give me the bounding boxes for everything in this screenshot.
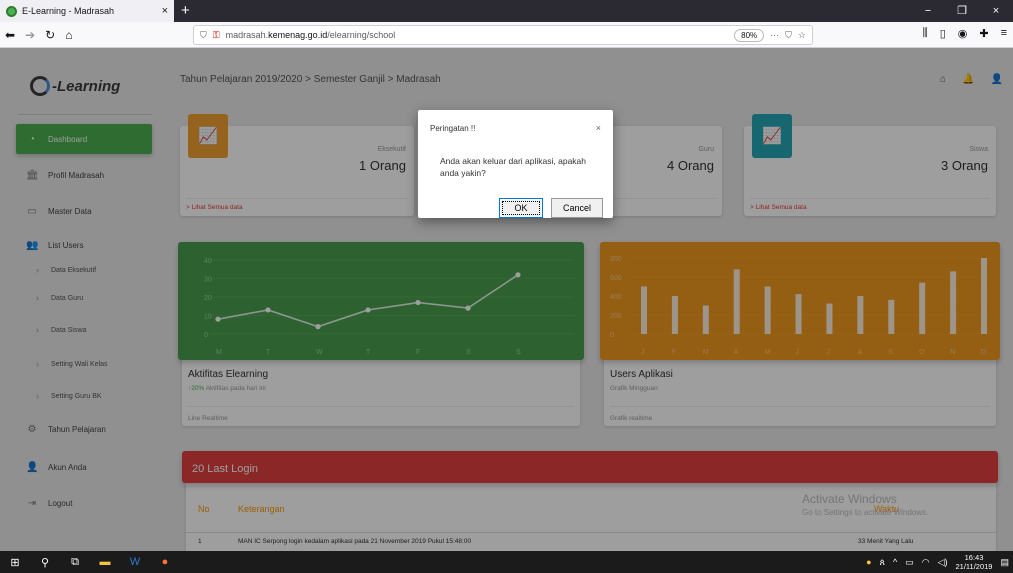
battery-icon[interactable]: ▭ — [905, 557, 914, 568]
extension-icon[interactable]: ✚ — [979, 27, 988, 40]
browser-tab-strip: E-Learning - Madrasah × + − ❐ × — [0, 0, 1013, 22]
address-bar[interactable]: ⛉ ⚿ madrasah.kemenag.go.id/elearning/sch… — [193, 25, 813, 45]
system-tray: ● ጰ ^ ▭ ◠ ◁) 16:43 21/11/2019 ▤ — [866, 551, 1009, 573]
browser-toolbar: ⬅ ➔ ↻ ⌂ ⛉ ⚿ madrasah.kemenag.go.id/elear… — [0, 22, 1013, 48]
library-icon[interactable]: ⫼ — [923, 27, 928, 40]
search-icon[interactable]: ⚲ — [30, 556, 60, 569]
new-tab-button[interactable]: + — [174, 0, 197, 22]
menu-icon[interactable]: ≡ — [1001, 27, 1007, 40]
favicon-icon — [6, 5, 17, 17]
close-tab-icon[interactable]: × — [162, 5, 168, 17]
minimize-button[interactable]: − — [911, 0, 945, 22]
bookmark-star-icon[interactable]: ☆ — [798, 30, 806, 41]
word-icon[interactable]: W — [120, 556, 150, 568]
tab-title: E-Learning - Madrasah — [22, 6, 115, 16]
page-actions-icon[interactable]: ··· — [770, 30, 779, 40]
insecure-lock-icon: ⚿ — [212, 29, 220, 40]
dialog-title: Peringatan !! — [430, 124, 476, 133]
pocket-icon[interactable]: ⛉ — [785, 30, 792, 41]
volume-icon[interactable]: ◁) — [938, 557, 948, 568]
tray-expand-icon[interactable]: ^ — [893, 557, 897, 567]
windows-start-icon[interactable]: ⊞ — [0, 556, 30, 569]
home-icon[interactable]: ⌂ — [65, 28, 72, 42]
url-text: madrasah.kemenag.go.id/elearning/school — [225, 30, 396, 40]
ok-button[interactable]: OK — [499, 198, 543, 218]
tray-app-icon[interactable]: ● — [866, 557, 871, 567]
confirm-dialog: Peringatan !! × Anda akan keluar dari ap… — [418, 110, 613, 218]
people-icon[interactable]: ጰ — [880, 557, 885, 568]
back-icon[interactable]: ⬅ — [5, 28, 15, 42]
system-clock[interactable]: 16:43 21/11/2019 — [956, 553, 993, 571]
zoom-level[interactable]: 80% — [734, 28, 765, 42]
taskbar: ⊞ ⚲ ⧉ ▬ W ● ● ጰ ^ ▭ ◠ ◁) 16:43 21/11/201… — [0, 551, 1013, 573]
forward-icon[interactable]: ➔ — [25, 28, 35, 42]
sidebar-icon[interactable]: ▯ — [940, 27, 946, 40]
wifi-icon[interactable]: ◠ — [922, 557, 930, 568]
toolbar-right: ⫼ ▯ ◉ ✚ ≡ — [923, 27, 1007, 40]
task-view-icon[interactable]: ⧉ — [60, 556, 90, 569]
page: E-Learning - Madrasah × + − ❐ × ⬅ ➔ ↻ ⌂ … — [0, 0, 1013, 573]
account-icon[interactable]: ◉ — [958, 27, 968, 40]
cancel-button[interactable]: Cancel — [551, 198, 603, 218]
notifications-icon[interactable]: ▤ — [1000, 557, 1009, 568]
close-icon[interactable]: × — [596, 123, 601, 133]
maximize-button[interactable]: ❐ — [945, 0, 979, 22]
firefox-icon[interactable]: ● — [150, 556, 180, 568]
window-close-button[interactable]: × — [979, 0, 1013, 22]
window-controls: − ❐ × — [911, 0, 1013, 22]
reload-icon[interactable]: ↻ — [45, 28, 55, 42]
shield-icon: ⛉ — [200, 29, 207, 40]
file-explorer-icon[interactable]: ▬ — [90, 556, 120, 568]
dialog-message: Anda akan keluar dari aplikasi, apakah a… — [440, 156, 587, 178]
browser-tab[interactable]: E-Learning - Madrasah × — [0, 0, 174, 22]
